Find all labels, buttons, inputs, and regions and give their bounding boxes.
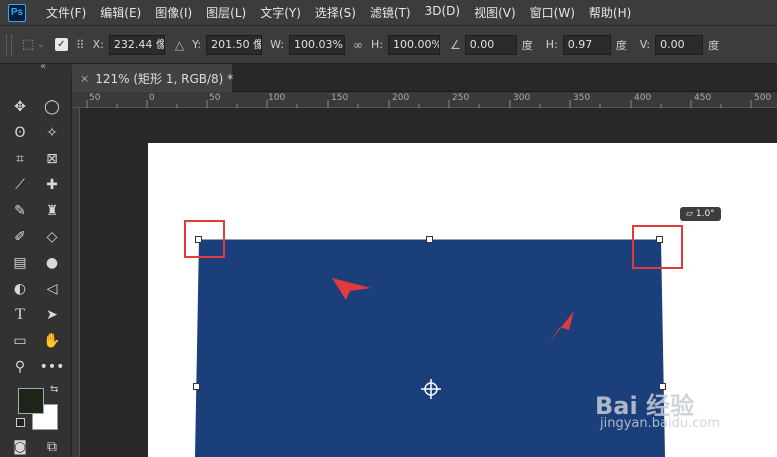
x-field[interactable]: 232.44 像素 xyxy=(108,34,165,55)
blur-tool-icon[interactable]: ● xyxy=(38,252,66,274)
gradient-tool-icon[interactable]: ▤ xyxy=(6,252,34,274)
frame-tool-icon[interactable]: ⊠ xyxy=(38,148,66,170)
vertical-ruler[interactable] xyxy=(72,108,80,457)
rectangle-shape xyxy=(195,239,665,457)
annotation-box-top-left xyxy=(184,220,225,258)
hskew-unit: 度 xyxy=(615,38,627,52)
menu-view[interactable]: 视图(V) xyxy=(474,4,516,21)
vskew-unit: 度 xyxy=(708,38,720,52)
pen-tool-icon[interactable]: ◁ xyxy=(38,278,66,300)
more-tools-icon[interactable]: ••• xyxy=(38,356,66,378)
vskew-field[interactable]: 0.00 xyxy=(655,34,704,55)
angle-icon: ∠ xyxy=(450,37,461,52)
document-tab[interactable]: × 121% (矩形 1, RGB/8) * xyxy=(72,64,234,92)
clone-stamp-icon[interactable]: ♜ xyxy=(38,200,66,222)
history-brush-icon[interactable]: ✐ xyxy=(6,226,34,248)
crop-tool-icon[interactable]: ⌗ xyxy=(6,148,34,170)
menu-file[interactable]: 文件(F) xyxy=(46,4,86,21)
elliptical-marquee-icon[interactable]: ◯ xyxy=(38,96,66,118)
transform-tool-icon[interactable]: ⬚ xyxy=(22,37,34,52)
hand-tool-icon[interactable]: ✋ xyxy=(38,330,66,352)
panel-grip[interactable]: « xyxy=(0,61,72,74)
menu-filter[interactable]: 滤镜(T) xyxy=(370,4,411,21)
eyedropper-icon[interactable]: ⟋ xyxy=(6,174,34,196)
options-bar: ⬚ ⌄ ✓ ⠿ X: 232.44 像素 △ Y: 201.50 像素 W: 1… xyxy=(0,26,777,64)
lasso-tool-icon[interactable]: ʘ xyxy=(6,122,34,144)
horizontal-ruler[interactable]: 50 0 50 100 150 200 250 300 350 400 450 … xyxy=(72,92,777,108)
menu-select[interactable]: 选择(S) xyxy=(315,4,356,21)
skew-icon: ▱ xyxy=(686,209,693,219)
link-icon[interactable]: ∞ xyxy=(353,38,363,52)
options-grip[interactable] xyxy=(6,34,12,55)
menu-type[interactable]: 文字(Y) xyxy=(260,4,301,21)
y-field[interactable]: 201.50 像素 xyxy=(206,34,263,55)
h-field[interactable]: 100.00% xyxy=(388,34,441,55)
checkmark-icon: ✓ xyxy=(57,38,66,50)
quick-mask-icon[interactable]: ◙ xyxy=(6,436,34,457)
w-field[interactable]: 100.03% xyxy=(289,34,346,55)
dodge-tool-icon[interactable]: ◐ xyxy=(6,278,34,300)
h-label: H: xyxy=(371,38,384,51)
screen-mode-icon[interactable]: ⧉ xyxy=(38,436,66,457)
path-selection-icon[interactable]: ➤ xyxy=(38,304,66,326)
reference-point-checkbox[interactable]: ✓ xyxy=(54,38,68,51)
skew-readout: 1.0° xyxy=(695,209,715,219)
close-tab-icon[interactable]: × xyxy=(80,72,89,85)
tools-panel: ✥ ◯ ʘ ✧ ⌗ ⊠ ⟋ ✚ ✎ ♜ ✐ ◇ ▤ ● ◐ ◁ T ➤ ▭ ✋ … xyxy=(0,74,72,457)
delta-icon[interactable]: △ xyxy=(175,38,184,52)
menu-help[interactable]: 帮助(H) xyxy=(589,4,631,21)
default-colors-icon[interactable] xyxy=(16,418,25,427)
menu-edit[interactable]: 编辑(E) xyxy=(100,4,141,21)
vskew-label: V: xyxy=(639,38,651,51)
hskew-field[interactable]: 0.97 xyxy=(562,34,611,55)
foreground-color-swatch[interactable] xyxy=(18,388,44,414)
watermark-url: jingyan.baidu.com xyxy=(600,416,720,431)
menu-3d[interactable]: 3D(D) xyxy=(425,4,460,21)
swap-colors-icon[interactable]: ⇆ xyxy=(50,384,58,395)
chevron-down-icon[interactable]: ⌄ xyxy=(37,40,45,50)
menu-layer[interactable]: 图层(L) xyxy=(206,4,246,21)
y-label: Y: xyxy=(192,38,202,51)
brush-tool-icon[interactable]: ✎ xyxy=(6,200,34,222)
skew-tooltip: ▱ 1.0° xyxy=(680,207,721,221)
rectangle-tool-icon[interactable]: ▭ xyxy=(6,330,34,352)
document-tabs: × 121% (矩形 1, RGB/8) * xyxy=(72,64,777,92)
move-tool-icon[interactable]: ✥ xyxy=(6,96,34,118)
transform-handle-top-center[interactable] xyxy=(426,236,433,243)
angle-unit: 度 xyxy=(521,38,533,52)
photoshop-window: Ps 文件(F) 编辑(E) 图像(I) 图层(L) 文字(Y) 选择(S) 滤… xyxy=(0,0,777,457)
x-label: X: xyxy=(92,38,104,51)
w-label: W: xyxy=(270,38,285,51)
menu-list: 文件(F) 编辑(E) 图像(I) 图层(L) 文字(Y) 选择(S) 滤镜(T… xyxy=(46,4,645,21)
eraser-icon[interactable]: ◇ xyxy=(38,226,66,248)
reference-point-grid-icon[interactable]: ⠿ xyxy=(76,38,85,52)
app-logo: Ps xyxy=(8,3,26,22)
magic-wand-icon[interactable]: ✧ xyxy=(38,122,66,144)
menu-window[interactable]: 窗口(W) xyxy=(530,4,575,21)
collapse-panel-icon[interactable]: « xyxy=(40,61,46,72)
menu-bar: Ps 文件(F) 编辑(E) 图像(I) 图层(L) 文字(Y) 选择(S) 滤… xyxy=(0,0,777,26)
hskew-label: H: xyxy=(545,38,558,51)
menu-image[interactable]: 图像(I) xyxy=(155,4,192,21)
zoom-tool-icon[interactable]: ⚲ xyxy=(6,356,34,378)
document-tab-title: 121% (矩形 1, RGB/8) * xyxy=(95,71,234,86)
transform-handle-left-middle[interactable] xyxy=(193,383,200,390)
angle-field[interactable]: 0.00 xyxy=(464,34,517,55)
type-tool-icon[interactable]: T xyxy=(6,304,34,326)
healing-brush-icon[interactable]: ✚ xyxy=(38,174,66,196)
ruler-ticks xyxy=(86,100,752,108)
canvas-workspace[interactable]: ▱ 1.0° Bai 经验 jingyan.baidu.com xyxy=(80,108,777,457)
annotation-box-top-right xyxy=(632,225,683,269)
